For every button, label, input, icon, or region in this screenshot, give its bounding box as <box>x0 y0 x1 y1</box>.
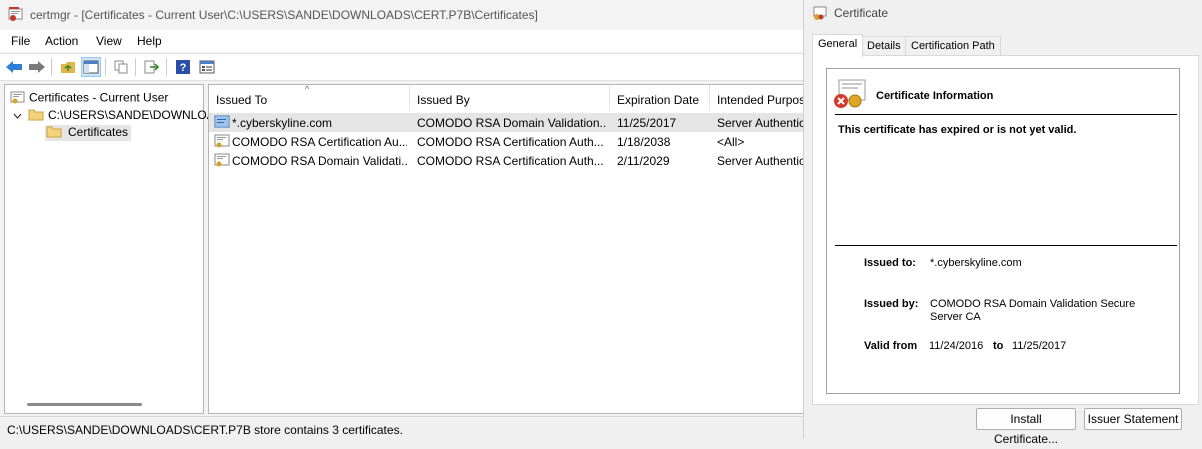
valid-to-label: to <box>993 340 1004 352</box>
status-text: C:\USERS\SANDE\DOWNLOADS\CERT.P7B store … <box>7 423 403 437</box>
svg-text:?: ? <box>180 62 187 74</box>
console-tree: Certificates - Current User C:\USERS\SAN… <box>4 84 215 414</box>
column-issued-by[interactable]: Issued By <box>410 85 610 111</box>
tree-item-store[interactable]: C:\USERS\SANDE\DOWNLOA <box>13 108 215 124</box>
certmgr-window: certmgr - [Certificates - Current User\C… <box>0 0 804 440</box>
cell-issued-by: COMODO RSA Certification Auth... <box>417 135 604 149</box>
certificate-info-box: Certificate Information This certificate… <box>826 68 1180 394</box>
properties-icon[interactable] <box>197 57 217 77</box>
tab-details[interactable]: Details <box>861 36 907 56</box>
back-icon[interactable] <box>4 57 24 77</box>
certificate-error-icon <box>214 115 230 133</box>
cell-expiration: 2/11/2029 <box>617 154 670 168</box>
column-intended-purpose[interactable]: Intended Purpos <box>710 85 804 111</box>
certificate-warning: This certificate has expired or is not y… <box>838 124 1077 136</box>
toolbar-separator <box>51 58 52 76</box>
certificate-store-icon <box>10 90 26 107</box>
column-issued-to[interactable]: Issued To ^ <box>209 85 410 111</box>
cell-purpose: <All> <box>717 135 745 149</box>
certificate-dialog: Certificate General Details Certificatio… <box>803 0 1202 446</box>
cell-expiration: 1/18/2038 <box>617 135 671 149</box>
export-list-icon[interactable] <box>142 57 162 77</box>
divider <box>835 245 1177 246</box>
issued-to-label: Issued to: <box>864 257 916 269</box>
window-title: certmgr - [Certificates - Current User\C… <box>30 8 538 22</box>
toolbar-separator <box>105 58 106 76</box>
cell-issued-by: COMODO RSA Domain Validation... <box>417 116 607 130</box>
issued-to-value: *.cyberskyline.com <box>930 257 1022 269</box>
tab-general[interactable]: General <box>812 34 864 57</box>
menu-action[interactable]: Action <box>45 34 78 48</box>
table-row[interactable]: COMODO RSA Certification Au... COMODO RS… <box>209 132 803 152</box>
certificate-list: Issued To ^ Issued By Expiration Date In… <box>208 84 804 414</box>
valid-to-value: 11/25/2017 <box>1012 340 1067 352</box>
folder-icon <box>28 108 44 124</box>
cell-purpose: Server Authenticati <box>717 154 804 168</box>
issued-by-label: Issued by: <box>864 298 919 310</box>
column-intended-purpose-label: Intended Purpos <box>717 93 804 107</box>
menu-help[interactable]: Help <box>137 34 162 48</box>
cell-issued-to: *.cyberskyline.com <box>232 116 333 130</box>
up-folder-icon[interactable] <box>58 57 78 77</box>
toolbar-separator <box>135 58 136 76</box>
tree-item-store-label: C:\USERS\SANDE\DOWNLOA <box>48 108 215 123</box>
sort-ascending-icon: ^ <box>305 85 310 94</box>
tree-item-certificates[interactable]: Certificates <box>45 125 132 141</box>
toolbar: ? <box>0 53 804 81</box>
table-row[interactable]: COMODO RSA Domain Validati... COMODO RSA… <box>209 151 804 171</box>
certificate-icon <box>214 153 230 171</box>
certificate-info-heading: Certificate Information <box>876 90 994 102</box>
column-expiration-date-label: Expiration Date <box>617 93 700 107</box>
copy-icon[interactable] <box>111 57 131 77</box>
cell-issued-to: COMODO RSA Domain Validati... <box>232 154 407 168</box>
issued-by-value: COMODO RSA Domain Validation Secure Serv… <box>930 298 1136 323</box>
folder-icon <box>46 125 62 141</box>
certificate-dialog-icon <box>812 5 828 24</box>
valid-from-label: Valid from <box>864 340 918 352</box>
issuer-statement-button[interactable]: Issuer Statement <box>1084 408 1182 430</box>
divider <box>835 114 1177 115</box>
install-certificate-button[interactable]: Install Certificate... <box>976 408 1076 446</box>
table-row[interactable]: *.cyberskyline.com COMODO RSA Domain Val… <box>209 113 804 133</box>
help-icon[interactable]: ? <box>173 57 193 77</box>
cell-issued-by: COMODO RSA Certification Auth... <box>417 154 604 168</box>
column-issued-by-label: Issued By <box>417 93 470 107</box>
status-bar: C:\USERS\SANDE\DOWNLOADS\CERT.P7B store … <box>0 416 804 440</box>
tree-item-root-label: Certificates - Current User <box>29 90 169 105</box>
menu-file[interactable]: File <box>11 34 30 48</box>
certificate-invalid-icon <box>833 79 867 112</box>
horizontal-scrollbar[interactable] <box>27 403 142 406</box>
certificate-icon <box>214 134 230 152</box>
certmgr-app-icon <box>8 6 24 22</box>
dialog-title: Certificate <box>834 6 889 20</box>
column-expiration-date[interactable]: Expiration Date <box>610 85 710 111</box>
forward-icon[interactable] <box>27 57 47 77</box>
menu-view[interactable]: View <box>96 34 122 48</box>
tab-certification-path[interactable]: Certification Path <box>905 36 1001 56</box>
tree-item-root[interactable]: Certificates - Current User <box>10 90 168 107</box>
cell-purpose: Server Authenticati <box>717 116 804 130</box>
valid-from-value: 11/24/2016 <box>929 340 984 352</box>
cell-expiration: 11/25/2017 <box>617 116 677 130</box>
column-issued-to-label: Issued To <box>216 93 268 107</box>
tree-item-certificates-label: Certificates <box>68 125 129 140</box>
show-hide-console-tree-icon[interactable] <box>81 57 101 77</box>
menu-bar: File Action View Help <box>0 30 804 52</box>
title-bar: certmgr - [Certificates - Current User\C… <box>0 0 804 30</box>
toolbar-separator <box>166 58 167 76</box>
chevron-down-icon[interactable] <box>13 109 22 123</box>
cell-issued-to: COMODO RSA Certification Au... <box>232 135 407 149</box>
